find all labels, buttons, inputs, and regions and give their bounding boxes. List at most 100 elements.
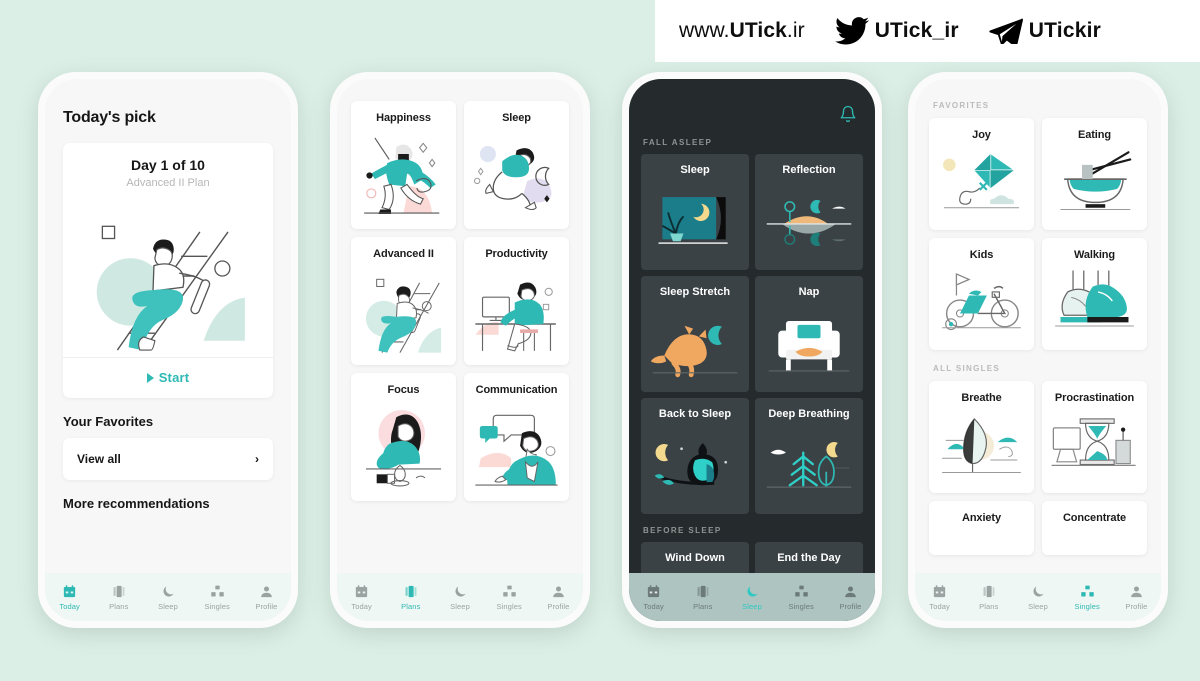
- tab-sleep[interactable]: Sleep: [1013, 584, 1062, 611]
- tab-label: Sleep: [450, 601, 470, 611]
- person-climbing-ladder-illustration: [357, 264, 450, 359]
- hourglass-desk-illustration: [1048, 408, 1141, 487]
- notification-bell-icon[interactable]: [839, 105, 857, 128]
- banner-twitter[interactable]: UTick_ir: [834, 16, 959, 46]
- sleep-tile-sleep-stretch[interactable]: Sleep Stretch: [641, 276, 749, 392]
- calendar-icon: [932, 584, 947, 599]
- single-tile-breathe[interactable]: Breathe: [929, 381, 1034, 493]
- tab-label: Today: [643, 601, 664, 611]
- banner-telegram[interactable]: UTickir: [989, 18, 1101, 44]
- person-icon: [551, 584, 566, 599]
- single-tile-procrastination[interactable]: Procrastination: [1042, 381, 1147, 493]
- person-speech-bubble-illustration: [470, 400, 563, 495]
- tab-label: Profile: [255, 601, 278, 611]
- person-climbing-ladder-illustration: [63, 195, 273, 357]
- tab-plans[interactable]: Plans: [678, 584, 727, 611]
- tab-plans[interactable]: Plans: [386, 584, 435, 611]
- tile-label: Procrastination: [1054, 392, 1135, 404]
- section-caption-favorites: FAVORITES: [933, 101, 990, 110]
- dancing-person-illustration: [357, 128, 450, 223]
- plan-tile-productivity[interactable]: Productivity: [464, 237, 569, 365]
- tile-label: Sleep Stretch: [659, 286, 731, 298]
- start-label: Start: [158, 370, 190, 385]
- tab-profile[interactable]: Profile: [1112, 584, 1161, 611]
- pick-day-label: Day 1 of 10: [131, 157, 205, 173]
- tab-profile[interactable]: Profile: [826, 584, 875, 611]
- sleep-tile-sleep[interactable]: Sleep: [641, 154, 749, 270]
- blocks-icon: [794, 584, 809, 599]
- single-tile-walking[interactable]: Walking: [1042, 238, 1147, 350]
- tab-label: Profile: [839, 601, 862, 611]
- tile-label: Sleep: [680, 164, 710, 176]
- tab-plans[interactable]: Plans: [964, 584, 1013, 611]
- banner-website[interactable]: www.UTick.ir: [679, 19, 805, 43]
- person-at-desk-illustration: [470, 264, 563, 359]
- window-moon-plant-illustration: [647, 182, 743, 264]
- tab-label: Singles: [496, 601, 522, 611]
- moon-icon: [161, 584, 176, 599]
- plan-tile-advanced-ii[interactable]: Advanced II: [351, 237, 456, 365]
- single-tile-joy[interactable]: Joy: [929, 118, 1034, 230]
- singles-grid-all: Breathe Procrastination Anxiety Concentr…: [929, 381, 1147, 555]
- todays-pick-card[interactable]: Day 1 of 10 Advanced II Plan Start: [63, 143, 273, 398]
- sleep-tile-wind-down[interactable]: Wind Down: [641, 542, 749, 573]
- tab-label: Singles: [204, 601, 230, 611]
- tab-singles[interactable]: Singles: [777, 584, 826, 611]
- single-tile-kids[interactable]: Kids: [929, 238, 1034, 350]
- tab-plans[interactable]: Plans: [94, 584, 143, 611]
- sleep-tile-reflection[interactable]: Reflection: [755, 154, 863, 270]
- sleep-tile-deep-breathing[interactable]: Deep Breathing: [755, 398, 863, 514]
- tab-today[interactable]: Today: [337, 584, 386, 611]
- tab-profile[interactable]: Profile: [534, 584, 583, 611]
- cards-icon: [695, 584, 710, 599]
- screen-plans: Happiness Sleep Advanced II Productivity…: [337, 79, 583, 621]
- tab-today[interactable]: Today: [629, 584, 678, 611]
- section-caption-fall-asleep: FALL ASLEEP: [643, 138, 713, 147]
- plan-tile-communication[interactable]: Communication: [464, 373, 569, 501]
- owl-on-branch-moon-illustration: [647, 426, 743, 508]
- tab-sleep[interactable]: Sleep: [727, 584, 776, 611]
- tab-label: Today: [59, 601, 80, 611]
- calendar-icon: [646, 584, 661, 599]
- telegram-plane-icon: [989, 18, 1023, 44]
- tab-sleep[interactable]: Sleep: [435, 584, 484, 611]
- plan-tile-happiness[interactable]: Happiness: [351, 101, 456, 229]
- banner-website-brand: UTick: [729, 19, 787, 42]
- tab-today[interactable]: Today: [45, 584, 94, 611]
- tile-label: Wind Down: [665, 552, 725, 564]
- single-tile-eating[interactable]: Eating: [1042, 118, 1147, 230]
- start-button[interactable]: Start: [63, 357, 273, 398]
- tile-label: Concentrate: [1062, 512, 1127, 524]
- walking-sneakers-illustration: [1048, 265, 1141, 344]
- tile-label: Communication: [475, 384, 558, 396]
- tab-singles[interactable]: Singles: [193, 584, 242, 611]
- plan-tile-sleep[interactable]: Sleep: [464, 101, 569, 229]
- stretching-cat-moon-illustration: [647, 304, 743, 386]
- tab-profile[interactable]: Profile: [242, 584, 291, 611]
- tab-label: Plans: [693, 601, 713, 611]
- tile-label: Sleep: [502, 112, 531, 124]
- plan-tile-focus[interactable]: Focus: [351, 373, 456, 501]
- sleep-tile-nap[interactable]: Nap: [755, 276, 863, 392]
- tile-label: Back to Sleep: [658, 408, 732, 420]
- tabbar-sleep: Today Plans Sleep Singles Profile: [629, 573, 875, 621]
- single-tile-concentrate[interactable]: Concentrate: [1042, 501, 1147, 555]
- sleep-grid-before-sleep: Wind Down End the Day: [641, 542, 863, 573]
- tab-singles[interactable]: Singles: [485, 584, 534, 611]
- tab-label: Sleep: [742, 601, 762, 611]
- screen-today: Today's pick Day 1 of 10 Advanced II Pla…: [45, 79, 291, 621]
- person-icon: [1129, 584, 1144, 599]
- view-all-row[interactable]: View all ›: [63, 438, 273, 480]
- calendar-icon: [354, 584, 369, 599]
- tabbar-singles: Today Plans Sleep Singles Profile: [915, 573, 1161, 621]
- tab-singles[interactable]: Singles: [1063, 584, 1112, 611]
- tab-today[interactable]: Today: [915, 584, 964, 611]
- tab-sleep[interactable]: Sleep: [143, 584, 192, 611]
- sleep-tile-end-the-day[interactable]: End the Day: [755, 542, 863, 573]
- plans-content: Happiness Sleep Advanced II Productivity…: [337, 79, 583, 573]
- sleep-tile-back-to-sleep[interactable]: Back to Sleep: [641, 398, 749, 514]
- single-tile-anxiety[interactable]: Anxiety: [929, 501, 1034, 555]
- tile-label: Breathe: [961, 392, 1002, 404]
- phone-plans-screen: Happiness Sleep Advanced II Productivity…: [330, 72, 590, 628]
- leaf-hills-illustration: [935, 408, 1028, 487]
